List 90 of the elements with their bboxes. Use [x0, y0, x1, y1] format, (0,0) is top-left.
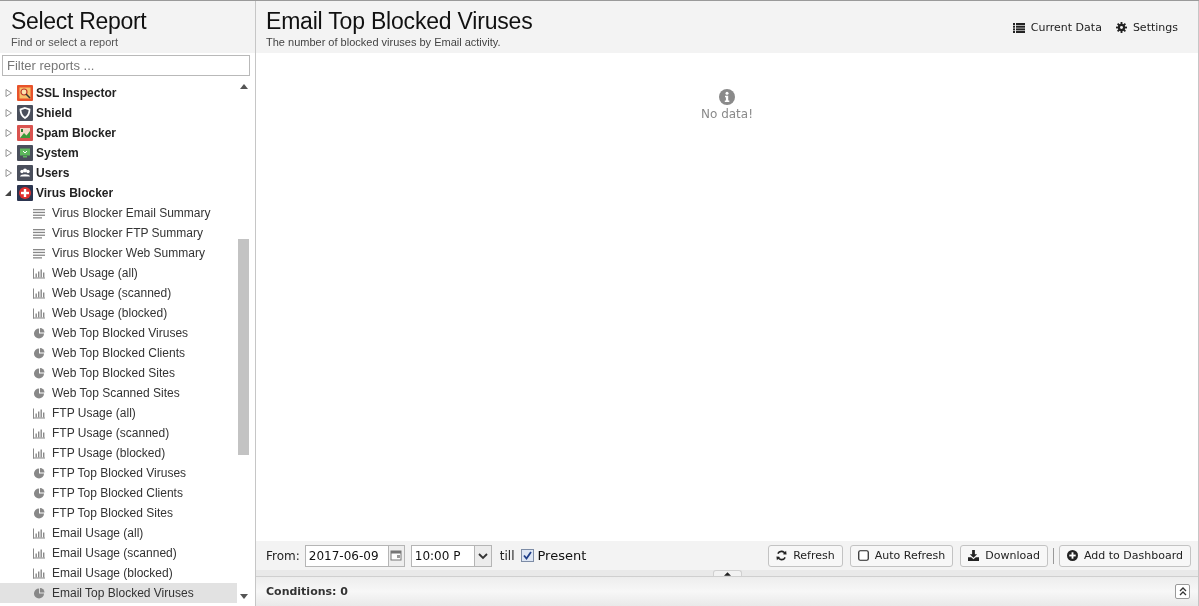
sidebar-title: Select Report	[11, 8, 148, 34]
add-to-dashboard-button[interactable]: Add to Dashboard	[1059, 544, 1191, 567]
date-field[interactable]: 2017-06-09	[304, 544, 405, 567]
download-button[interactable]: Download	[960, 544, 1048, 567]
tree-item[interactable]: Web Top Scanned Sites	[0, 383, 237, 403]
report-description: The number of blocked viruses by Email activity.	[266, 35, 502, 49]
pie-chart-icon	[33, 367, 45, 379]
bar-chart-icon	[33, 287, 45, 299]
download-icon	[968, 550, 980, 561]
checkbox-icon[interactable]	[520, 549, 534, 562]
bar-chart-icon	[33, 547, 45, 559]
expanded-arrow-icon[interactable]	[5, 189, 12, 197]
bar-chart-icon	[33, 307, 45, 319]
calendar-icon[interactable]	[387, 545, 404, 566]
present-checkbox[interactable]: Present	[520, 548, 587, 563]
settings-icon	[1115, 22, 1127, 33]
tree-item[interactable]: Email Usage (scanned)	[0, 543, 237, 563]
bar-chart-icon	[33, 407, 45, 419]
report-title: Email Top Blocked Viruses	[266, 8, 533, 34]
filter-field[interactable]: Filter reports ...	[2, 55, 250, 76]
scroll-up-icon[interactable]	[239, 84, 248, 89]
empty-message: No data!	[701, 107, 753, 121]
tree-group[interactable]: Virus Blocker	[0, 183, 237, 203]
text-lines-icon	[33, 207, 45, 219]
picture-icon	[17, 125, 33, 141]
text-lines-icon	[33, 227, 45, 239]
auto-refresh-toggle[interactable]: Auto Refresh	[849, 544, 954, 567]
tree-item[interactable]: Web Usage (scanned)	[0, 283, 237, 303]
text-lines-icon	[33, 247, 45, 259]
collapsed-arrow-icon[interactable]	[5, 129, 12, 137]
pie-chart-icon	[33, 387, 45, 399]
pie-chart-icon	[33, 507, 45, 519]
bar-chart-icon	[33, 447, 45, 459]
scrollbar-thumb[interactable]	[238, 239, 249, 455]
double-chevron-icon	[1178, 587, 1187, 596]
current-data-link[interactable]: Current Data	[1012, 21, 1102, 35]
bar-chart-icon	[33, 527, 45, 539]
tree-item[interactable]: FTP Usage (scanned)	[0, 423, 237, 443]
collapsed-arrow-icon[interactable]	[5, 169, 12, 177]
magnifier-icon	[17, 85, 33, 101]
pie-chart-icon	[33, 467, 45, 479]
tree-group[interactable]: System	[0, 143, 237, 163]
pie-chart-icon	[33, 327, 45, 339]
collapsed-arrow-icon[interactable]	[5, 109, 12, 117]
cross-icon	[17, 185, 33, 201]
monitor-icon	[17, 145, 33, 161]
expand-button[interactable]	[1175, 584, 1190, 599]
tree-item[interactable]: Email Usage (all)	[0, 523, 237, 543]
tree-item[interactable]: Virus Blocker Web Summary	[0, 243, 237, 263]
tree-item[interactable]: FTP Top Blocked Viruses	[0, 463, 237, 483]
tree-item[interactable]: Web Top Blocked Sites	[0, 363, 237, 383]
scroll-down-icon[interactable]	[239, 594, 248, 599]
tree-group[interactable]: Spam Blocker	[0, 123, 237, 143]
from-label: From:	[266, 548, 300, 563]
bar-chart-icon	[33, 567, 45, 579]
info-icon	[719, 89, 735, 105]
tree-item[interactable]: Web Top Blocked Clients	[0, 343, 237, 363]
settings-link[interactable]: Settings	[1115, 21, 1178, 35]
sidebar-subtitle: Find or select a report	[11, 35, 119, 49]
pie-chart-icon	[33, 347, 45, 359]
tree-item[interactable]: Virus Blocker Email Summary	[0, 203, 237, 223]
refresh-icon	[776, 550, 788, 561]
add-icon	[1067, 550, 1078, 561]
tree-item[interactable]: Web Usage (blocked)	[0, 303, 237, 323]
time-field[interactable]: 10:00 P	[410, 544, 492, 567]
tree-item[interactable]: FTP Top Blocked Sites	[0, 503, 237, 523]
pie-chart-icon	[33, 487, 45, 499]
tree-item[interactable]: Email Top Blocked Viruses	[0, 583, 237, 603]
list-icon	[1012, 23, 1025, 33]
pie-chart-icon	[33, 587, 45, 599]
tree-group[interactable]: Users	[0, 163, 237, 183]
bar-chart-icon	[33, 267, 45, 279]
tree-item[interactable]: FTP Usage (all)	[0, 403, 237, 423]
tree-item[interactable]: Web Usage (all)	[0, 263, 237, 283]
conditions-label: Conditions: 0	[266, 585, 348, 598]
tree-item[interactable]: FTP Top Blocked Clients	[0, 483, 237, 503]
tree-group[interactable]: Shield	[0, 103, 237, 123]
tree-item[interactable]: Email Usage (blocked)	[0, 563, 237, 583]
till-label: till	[499, 548, 515, 563]
tree-item[interactable]: Web Top Blocked Viruses	[0, 323, 237, 343]
refresh-button[interactable]: Refresh	[768, 544, 843, 567]
collapsed-arrow-icon[interactable]	[5, 149, 12, 157]
tree-item[interactable]: FTP Usage (blocked)	[0, 443, 237, 463]
shield-icon	[17, 105, 33, 121]
dropdown-caret-icon[interactable]	[473, 545, 491, 566]
collapsed-arrow-icon[interactable]	[5, 89, 12, 97]
users-icon	[17, 165, 33, 181]
tree-item[interactable]: Virus Blocker FTP Summary	[0, 223, 237, 243]
tree-group[interactable]: SSL Inspector	[0, 83, 237, 103]
bar-chart-icon	[33, 427, 45, 439]
